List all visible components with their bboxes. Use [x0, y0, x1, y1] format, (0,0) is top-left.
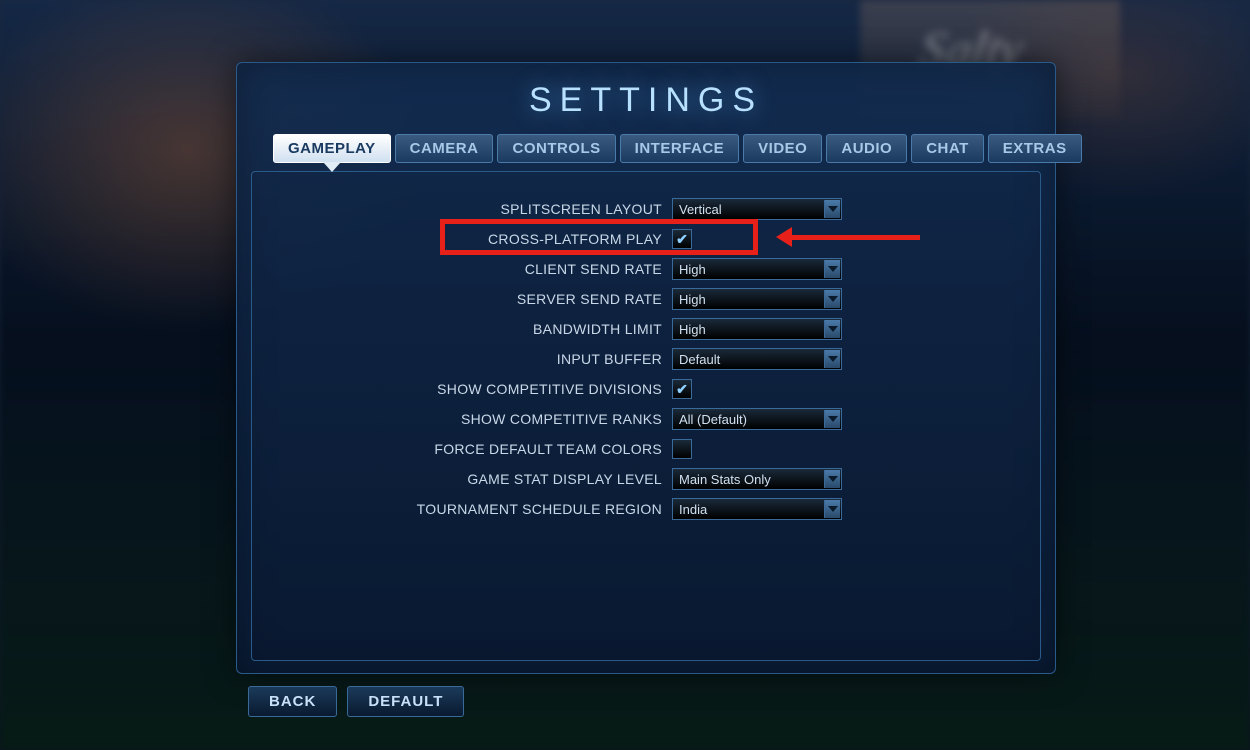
dropdown-value: Default	[679, 352, 720, 367]
row-tournament-schedule-region: TOURNAMENT SCHEDULE REGION India	[252, 494, 1040, 524]
checkbox-show-competitive-divisions[interactable]	[672, 379, 692, 399]
label-cross-platform-play: CROSS-PLATFORM PLAY	[252, 231, 662, 247]
tab-audio[interactable]: AUDIO	[826, 134, 907, 163]
dropdown-bandwidth-limit[interactable]: High	[672, 318, 842, 340]
row-show-competitive-divisions: SHOW COMPETITIVE DIVISIONS	[252, 374, 1040, 404]
chevron-down-icon	[824, 470, 840, 488]
dropdown-game-stat-display-level[interactable]: Main Stats Only	[672, 468, 842, 490]
chevron-down-icon	[824, 350, 840, 368]
chevron-down-icon	[824, 260, 840, 278]
dropdown-value: Main Stats Only	[679, 472, 771, 487]
dropdown-input-buffer[interactable]: Default	[672, 348, 842, 370]
dropdown-value: High	[679, 292, 706, 307]
row-splitscreen-layout: SPLITSCREEN LAYOUT Vertical	[252, 194, 1040, 224]
dropdown-value: High	[679, 322, 706, 337]
dropdown-show-competitive-ranks[interactable]: All (Default)	[672, 408, 842, 430]
dropdown-splitscreen-layout[interactable]: Vertical	[672, 198, 842, 220]
label-tournament-schedule-region: TOURNAMENT SCHEDULE REGION	[252, 501, 662, 517]
label-show-competitive-ranks: SHOW COMPETITIVE RANKS	[252, 411, 662, 427]
label-game-stat-display-level: GAME STAT DISPLAY LEVEL	[252, 471, 662, 487]
tab-extras[interactable]: EXTRAS	[988, 134, 1082, 163]
tab-gameplay[interactable]: GAMEPLAY	[273, 134, 391, 163]
label-client-send-rate: CLIENT SEND RATE	[252, 261, 662, 277]
page-title: SETTINGS	[237, 63, 1055, 134]
chevron-down-icon	[824, 500, 840, 518]
row-cross-platform-play: CROSS-PLATFORM PLAY	[252, 224, 1040, 254]
row-force-default-team-colors: FORCE DEFAULT TEAM COLORS	[252, 434, 1040, 464]
dropdown-value: India	[679, 502, 707, 517]
footer-buttons: BACK DEFAULT	[248, 686, 464, 717]
tab-interface[interactable]: INTERFACE	[620, 134, 740, 163]
label-show-competitive-divisions: SHOW COMPETITIVE DIVISIONS	[252, 381, 662, 397]
label-server-send-rate: SERVER SEND RATE	[252, 291, 662, 307]
dropdown-value: Vertical	[679, 202, 722, 217]
checkbox-force-default-team-colors[interactable]	[672, 439, 692, 459]
label-input-buffer: INPUT BUFFER	[252, 351, 662, 367]
dropdown-value: High	[679, 262, 706, 277]
row-show-competitive-ranks: SHOW COMPETITIVE RANKS All (Default)	[252, 404, 1040, 434]
tab-camera[interactable]: CAMERA	[395, 134, 494, 163]
checkbox-cross-platform-play[interactable]	[672, 229, 692, 249]
label-bandwidth-limit: BANDWIDTH LIMIT	[252, 321, 662, 337]
row-game-stat-display-level: GAME STAT DISPLAY LEVEL Main Stats Only	[252, 464, 1040, 494]
row-client-send-rate: CLIENT SEND RATE High	[252, 254, 1040, 284]
dropdown-tournament-schedule-region[interactable]: India	[672, 498, 842, 520]
tab-controls[interactable]: CONTROLS	[497, 134, 615, 163]
row-server-send-rate: SERVER SEND RATE High	[252, 284, 1040, 314]
default-button[interactable]: DEFAULT	[347, 686, 464, 717]
tab-chat[interactable]: CHAT	[911, 134, 984, 163]
dropdown-value: All (Default)	[679, 412, 747, 427]
label-force-default-team-colors: FORCE DEFAULT TEAM COLORS	[252, 441, 662, 457]
settings-content: SPLITSCREEN LAYOUT Vertical CROSS-PLATFO…	[251, 171, 1041, 661]
dropdown-client-send-rate[interactable]: High	[672, 258, 842, 280]
dropdown-server-send-rate[interactable]: High	[672, 288, 842, 310]
row-bandwidth-limit: BANDWIDTH LIMIT High	[252, 314, 1040, 344]
chevron-down-icon	[824, 290, 840, 308]
tabs-bar: GAMEPLAY CAMERA CONTROLS INTERFACE VIDEO…	[237, 134, 1055, 163]
back-button[interactable]: BACK	[248, 686, 337, 717]
label-splitscreen-layout: SPLITSCREEN LAYOUT	[252, 201, 662, 217]
tab-video[interactable]: VIDEO	[743, 134, 822, 163]
chevron-down-icon	[824, 200, 840, 218]
settings-panel: SETTINGS GAMEPLAY CAMERA CONTROLS INTERF…	[236, 62, 1056, 674]
row-input-buffer: INPUT BUFFER Default	[252, 344, 1040, 374]
chevron-down-icon	[824, 320, 840, 338]
chevron-down-icon	[824, 410, 840, 428]
